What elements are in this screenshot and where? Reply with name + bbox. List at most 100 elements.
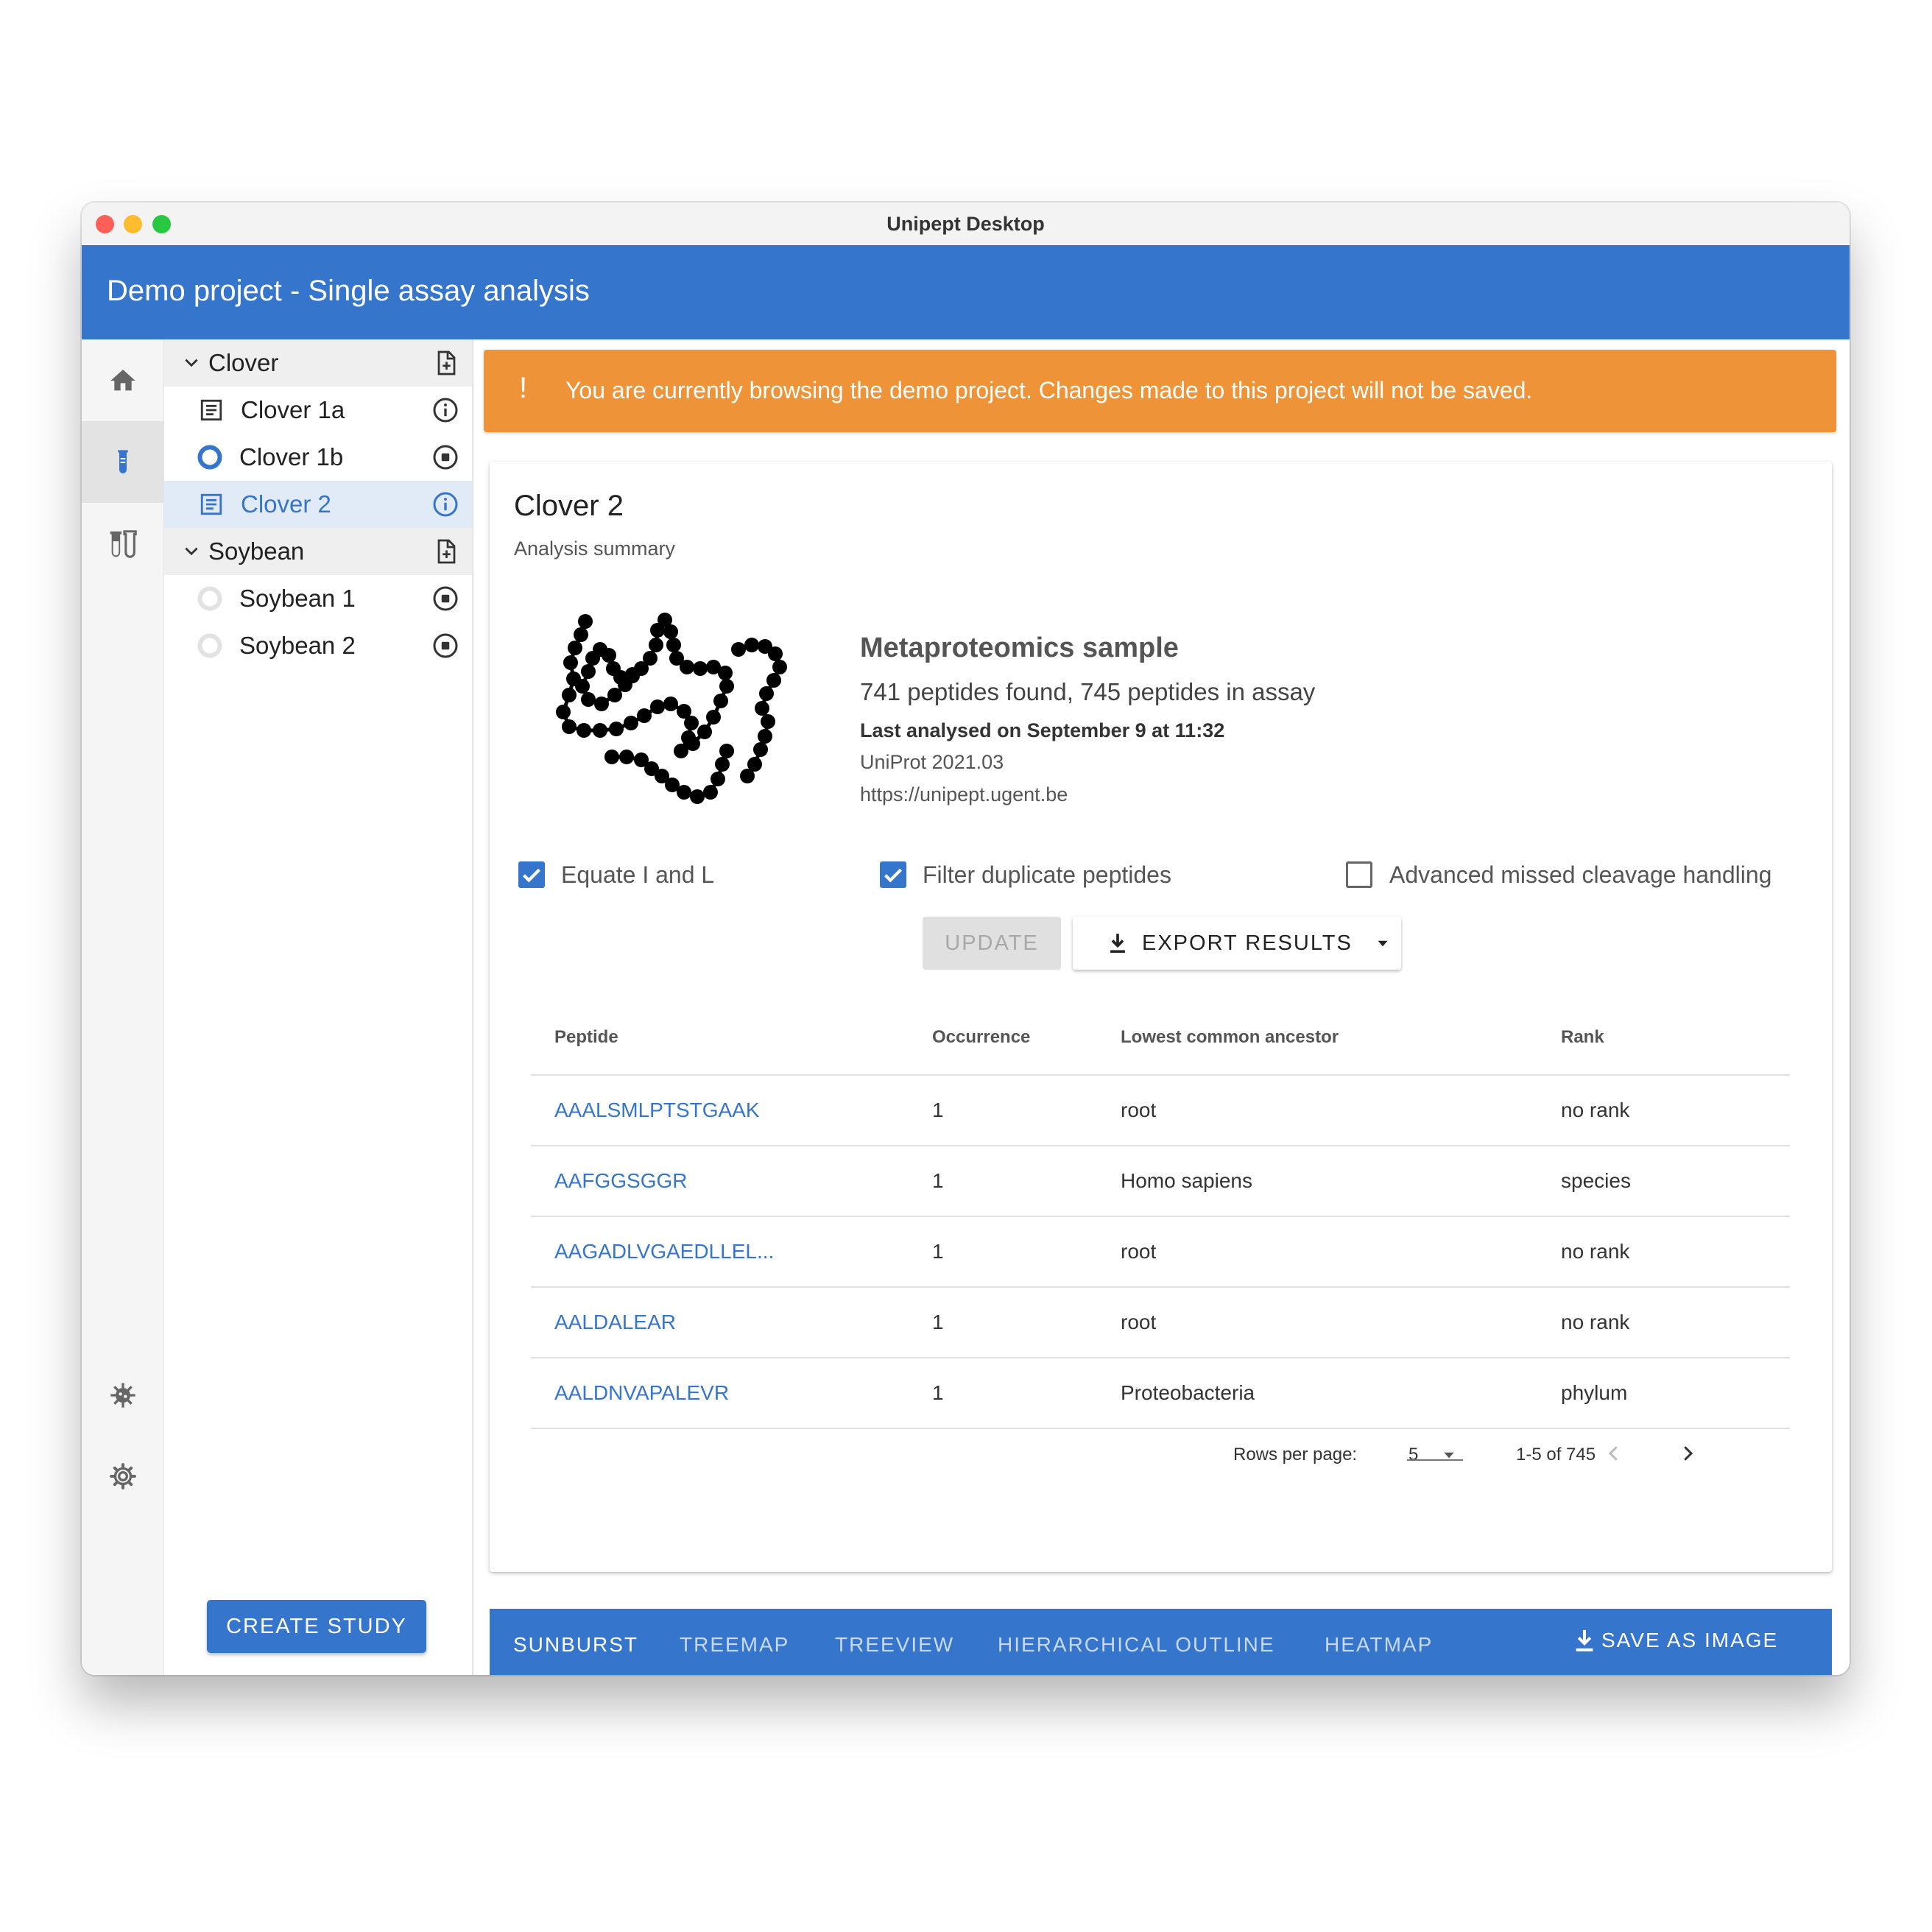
tree-group-label: Clover	[208, 349, 279, 376]
equate-il-label: Equate I and L	[561, 861, 715, 888]
banner-message: You are currently browsing the demo proj…	[565, 377, 1533, 403]
virus-icon	[110, 1382, 135, 1408]
tree-item-clover-2[interactable]: Clover 2	[164, 481, 472, 528]
app-title: Demo project - Single assay analysis	[107, 275, 590, 307]
save-as-image-label: SAVE AS IMAGE	[1601, 1629, 1779, 1651]
peptide-chain-icon	[556, 613, 787, 804]
info-icon[interactable]	[432, 491, 459, 518]
peptide-link[interactable]: AAALSMLPTSTGAAK	[554, 1099, 760, 1122]
stop-circle-icon[interactable]	[432, 444, 459, 470]
tree-item-label: Soybean 1	[239, 585, 356, 612]
last-analysed: Last analysed on September 9 at 11:32	[860, 719, 1225, 741]
create-study-button[interactable]: CREATE STUDY	[207, 1600, 426, 1653]
demo-warning-banner: ! You are currently browsing the demo pr…	[484, 350, 1836, 432]
document-icon	[197, 395, 226, 425]
tree-item-label: Soybean 2	[239, 632, 356, 659]
row-divider	[531, 1216, 1790, 1217]
home-icon	[110, 369, 135, 390]
chevron-left-icon[interactable]	[1603, 1442, 1625, 1464]
flask-icon	[117, 449, 128, 473]
missed-cleavage-checkbox[interactable]	[1346, 861, 1372, 888]
lca-cell: Proteobacteria	[1121, 1381, 1255, 1404]
check-icon	[523, 868, 540, 883]
update-button[interactable]: UPDATE	[923, 917, 1061, 970]
lca-cell: Homo sapiens	[1121, 1169, 1252, 1192]
occurrence-cell: 1	[932, 1099, 944, 1121]
title-bar: Unipept Desktop	[82, 202, 1850, 247]
test-tubes-icon	[110, 529, 137, 558]
add-assay-icon[interactable]	[432, 350, 459, 376]
stop-circle-icon[interactable]	[432, 585, 459, 612]
tree-group-clover[interactable]: Clover	[164, 339, 472, 387]
download-icon	[1110, 934, 1125, 953]
peptides-count: 741 peptides found, 745 peptides in assa…	[860, 678, 1316, 705]
rows-per-page-value: 5	[1409, 1445, 1419, 1464]
chevron-right-icon[interactable]	[1677, 1442, 1699, 1464]
info-icon[interactable]	[432, 397, 459, 423]
row-divider	[531, 1428, 1790, 1429]
save-as-image-button[interactable]: SAVE AS IMAGE	[1572, 1626, 1778, 1654]
tab-heatmap[interactable]: HEATMAP	[1325, 1633, 1433, 1657]
column-header-lca[interactable]: Lowest common ancestor	[1121, 1027, 1339, 1048]
occurrence-cell: 1	[932, 1169, 944, 1192]
nav-home[interactable]	[82, 339, 163, 421]
stop-circle-icon[interactable]	[432, 632, 459, 659]
export-results-button[interactable]: EXPORT RESULTS	[1073, 917, 1401, 970]
nav-settings[interactable]	[82, 1435, 163, 1517]
nav-rail	[82, 339, 165, 1675]
tab-treeview[interactable]: TREEVIEW	[835, 1633, 954, 1657]
add-assay-icon[interactable]	[432, 538, 459, 565]
column-header-occurrence[interactable]: Occurrence	[932, 1027, 1030, 1048]
missed-cleavage-label: Advanced missed cleavage handling	[1389, 861, 1772, 888]
tree-item-label: Clover 2	[241, 490, 331, 518]
occurrence-cell: 1	[932, 1381, 944, 1404]
nav-comparison[interactable]	[82, 503, 163, 585]
card-subtitle: Analysis summary	[514, 537, 676, 560]
select-underline	[1407, 1459, 1463, 1461]
chevron-down-icon[interactable]	[182, 353, 202, 373]
tree-item-clover-1a[interactable]: Clover 1a	[164, 387, 472, 434]
lca-cell: root	[1121, 1311, 1157, 1333]
analysis-summary-card: Clover 2 Analysis summary Metaproteomics…	[490, 462, 1832, 1572]
rank-cell: species	[1561, 1169, 1631, 1192]
export-label: EXPORT RESULTS	[1142, 931, 1353, 955]
column-header-rank[interactable]: Rank	[1561, 1027, 1604, 1048]
header-divider	[531, 1074, 1790, 1076]
peptide-link[interactable]: AAGADLVGAEDLLEL...	[554, 1240, 774, 1263]
app-window: Unipept Desktop Demo project - Single as…	[82, 202, 1850, 1675]
peptide-link[interactable]: AALDNVAPALEVR	[554, 1381, 729, 1405]
occurrence-cell: 1	[932, 1311, 944, 1333]
rank-cell: no rank	[1561, 1311, 1630, 1333]
rank-cell: no rank	[1561, 1240, 1630, 1263]
warning-icon: !	[519, 372, 528, 404]
peptide-link[interactable]: AAFGGSGGR	[554, 1169, 687, 1193]
nav-diseases[interactable]	[82, 1354, 163, 1436]
pending-ring-icon	[195, 631, 225, 660]
sample-title: Metaproteomics sample	[860, 632, 1179, 663]
filter-duplicates-label: Filter duplicate peptides	[923, 861, 1171, 888]
column-header-peptide[interactable]: Peptide	[554, 1027, 618, 1048]
gear-icon	[109, 1462, 136, 1489]
lca-cell: root	[1121, 1099, 1157, 1121]
tab-sunburst[interactable]: SUNBURST	[513, 1633, 638, 1657]
download-icon	[1576, 1629, 1593, 1651]
tab-treemap[interactable]: TREEMAP	[680, 1633, 789, 1657]
occurrence-cell: 1	[932, 1240, 944, 1263]
pending-ring-icon	[195, 584, 225, 613]
caret-down-icon	[1444, 1452, 1454, 1459]
nav-analysis[interactable]	[82, 421, 163, 503]
chevron-down-icon[interactable]	[182, 542, 202, 561]
peptide-link[interactable]: AALDALEAR	[554, 1311, 676, 1334]
equate-il-checkbox[interactable]	[518, 861, 545, 888]
rank-cell: no rank	[1561, 1099, 1630, 1121]
tab-hierarchical-outline[interactable]: HIERARCHICAL OUTLINE	[998, 1633, 1275, 1657]
tree-group-soybean[interactable]: Soybean	[164, 528, 472, 575]
tree-item-soybean-2[interactable]: Soybean 2	[164, 622, 472, 669]
project-tree: Clover Clover 1a Clover 1b Clover 2 Soyb…	[164, 339, 473, 1675]
assay-title: Clover 2	[514, 490, 624, 522]
filter-duplicates-checkbox[interactable]	[880, 861, 906, 888]
window-title: Unipept Desktop	[886, 213, 1045, 235]
caret-down-icon	[1378, 940, 1388, 947]
tree-item-soybean-1[interactable]: Soybean 1	[164, 575, 472, 622]
tree-item-clover-1b[interactable]: Clover 1b	[164, 434, 472, 481]
